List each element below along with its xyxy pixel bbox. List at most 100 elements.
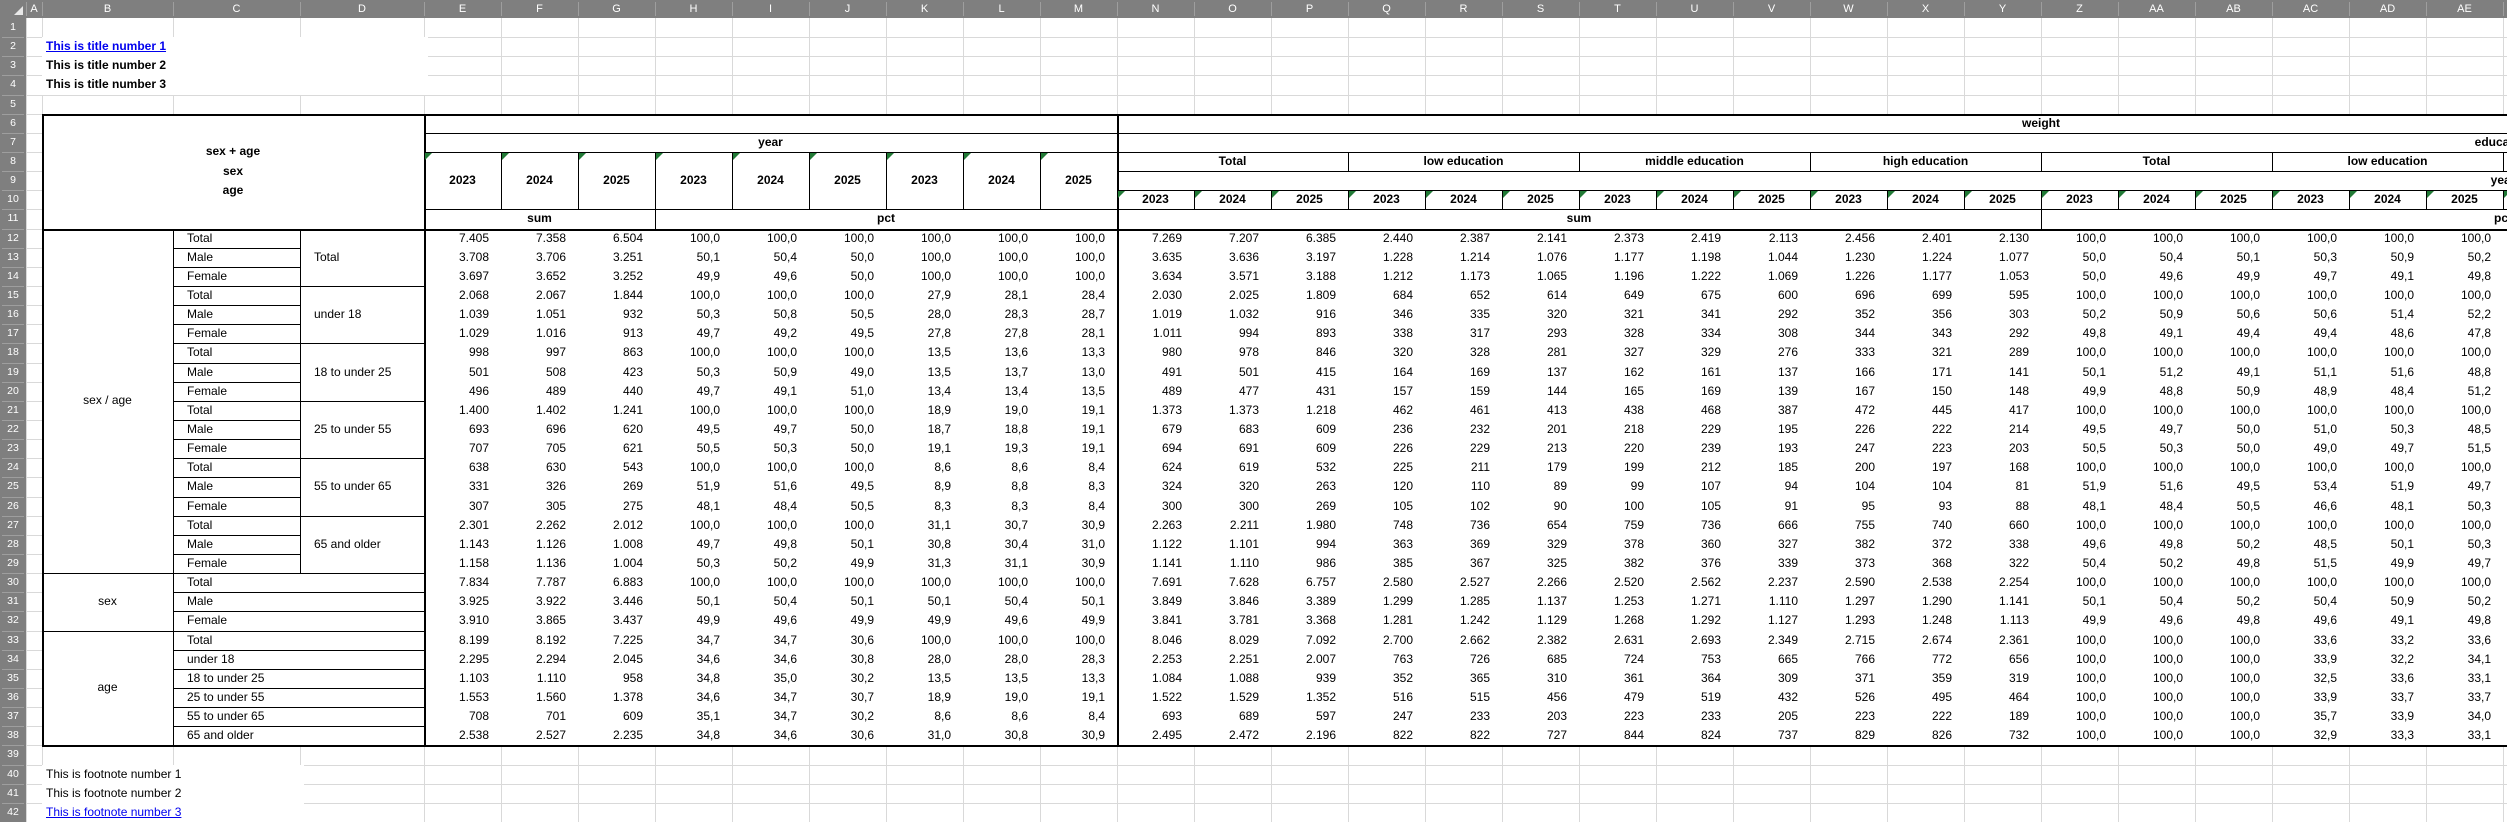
data-cell-r21c12[interactable]: 462 [1348,401,1425,420]
data-cell-r21c7[interactable]: 19,0 [963,401,1040,420]
data-cell-r16c26[interactable]: 52,2 [2426,305,2503,324]
data-cell-r24c18[interactable]: 200 [1810,458,1887,477]
data-cell-r36c3[interactable]: 34,6 [655,688,732,707]
data-cell-r30c26[interactable]: 100,0 [2426,573,2503,592]
data-cell-r30c1[interactable]: 7.787 [501,573,578,592]
data-cell-r35c1[interactable]: 1.110 [501,669,578,688]
data-cell-r33c23[interactable]: 100,0 [2195,631,2272,650]
data-cell-r29c1[interactable]: 1.136 [501,554,578,573]
data-cell-r27c12[interactable]: 748 [1348,516,1425,535]
row-header-24[interactable]: 24 [0,458,26,477]
data-cell-r21c13[interactable]: 461 [1425,401,1502,420]
data-cell-r36c17[interactable]: 432 [1733,688,1810,707]
data-cell-r23c25[interactable]: 49,7 [2349,439,2426,458]
data-cell-r26c3[interactable]: 48,1 [655,497,732,516]
data-cell-r31c6[interactable]: 50,1 [886,592,963,611]
header-weight-year-cell[interactable]: 2024 [2349,190,2426,209]
data-cell-r37c20[interactable]: 189 [1964,707,2041,726]
data-cell-r22c17[interactable]: 195 [1733,420,1810,439]
data-cell-r17c20[interactable]: 292 [1964,324,2041,343]
data-cell-r14c17[interactable]: 1.069 [1733,267,1810,286]
data-cell-r14c15[interactable]: 1.196 [1579,267,1656,286]
row-header-9[interactable]: 9 [0,171,26,190]
stub-sex-label[interactable]: Female [173,554,300,573]
row-header-26[interactable]: 26 [0,497,26,516]
data-cell-r34c4[interactable]: 34,6 [732,650,809,669]
stub-sex-label[interactable]: Male [173,420,300,439]
data-cell-r24c20[interactable]: 168 [1964,458,2041,477]
data-cell-r37c11[interactable]: 597 [1271,707,1348,726]
data-cell-r35c22[interactable]: 100,0 [2118,669,2195,688]
data-cell-r29c7[interactable]: 31,1 [963,554,1040,573]
data-cell-r14c0[interactable]: 3.697 [424,267,501,286]
data-cell-r30c8[interactable]: 100,0 [1040,573,1117,592]
data-cell-r23c11[interactable]: 609 [1271,439,1348,458]
data-cell-r32c15[interactable]: 1.268 [1579,611,1656,630]
data-cell-r29c8[interactable]: 30,9 [1040,554,1117,573]
data-cell-r13c26[interactable]: 50,2 [2426,248,2503,267]
data-cell-r35c25[interactable]: 33,6 [2349,669,2426,688]
data-cell-r34c10[interactable]: 2.251 [1194,650,1271,669]
data-cell-r21c23[interactable]: 100,0 [2195,401,2272,420]
data-cell-r16c2[interactable]: 932 [578,305,655,324]
data-cell-r20c18[interactable]: 167 [1810,382,1887,401]
data-cell-r22c21[interactable]: 49,5 [2041,420,2118,439]
data-cell-r14c9[interactable]: 3.634 [1117,267,1194,286]
data-cell-r27c20[interactable]: 660 [1964,516,2041,535]
data-cell-r25c22[interactable]: 51,6 [2118,477,2195,496]
data-cell-r20c15[interactable]: 165 [1579,382,1656,401]
column-header-H[interactable]: H [655,0,732,18]
stub-sex-label[interactable]: Total [173,516,300,535]
data-cell-r17c6[interactable]: 27,8 [886,324,963,343]
header-weight-year-cell[interactable]: 2025 [1502,190,1579,209]
data-cell-r25c21[interactable]: 51,9 [2041,477,2118,496]
header-weight-year-cell[interactable]: 2025 [2195,190,2272,209]
data-cell-r17c8[interactable]: 28,1 [1040,324,1117,343]
row-header-36[interactable]: 36 [0,688,26,707]
rowgroup-sex[interactable]: sex [42,573,173,630]
data-cell-r38c10[interactable]: 2.472 [1194,726,1271,745]
data-cell-r30c22[interactable]: 100,0 [2118,573,2195,592]
data-cell-r29c13[interactable]: 367 [1425,554,1502,573]
data-cell-r27c10[interactable]: 2.211 [1194,516,1271,535]
data-cell-r24c21[interactable]: 100,0 [2041,458,2118,477]
data-cell-r36c21[interactable]: 100,0 [2041,688,2118,707]
data-cell-r22c5[interactable]: 50,0 [809,420,886,439]
data-cell-r19c24[interactable]: 51,1 [2272,363,2349,382]
data-cell-r21c18[interactable]: 472 [1810,401,1887,420]
data-cell-r34c17[interactable]: 665 [1733,650,1810,669]
data-cell-r21c2[interactable]: 1.241 [578,401,655,420]
data-cell-r38c1[interactable]: 2.527 [501,726,578,745]
data-cell-r19c14[interactable]: 137 [1502,363,1579,382]
data-cell-r25c18[interactable]: 104 [1810,477,1887,496]
data-cell-r19c11[interactable]: 415 [1271,363,1348,382]
data-cell-r21c25[interactable]: 100,0 [2349,401,2426,420]
data-cell-r34c11[interactable]: 2.007 [1271,650,1348,669]
data-cell-r15c10[interactable]: 2.025 [1194,286,1271,305]
data-cell-r31c14[interactable]: 1.137 [1502,592,1579,611]
data-cell-r33c20[interactable]: 2.361 [1964,631,2041,650]
column-header-V[interactable]: V [1733,0,1810,18]
data-cell-r25c20[interactable]: 81 [1964,477,2041,496]
data-cell-r32c16[interactable]: 1.292 [1656,611,1733,630]
row-header-2[interactable]: 2 [0,37,26,56]
data-cell-r20c26[interactable]: 51,2 [2426,382,2503,401]
data-cell-r19c5[interactable]: 49,0 [809,363,886,382]
stub-age-label[interactable]: Total [173,631,424,650]
data-cell-r36c20[interactable]: 464 [1964,688,2041,707]
data-cell-r36c23[interactable]: 100,0 [2195,688,2272,707]
data-cell-r19c22[interactable]: 51,2 [2118,363,2195,382]
data-cell-r14c25[interactable]: 49,1 [2349,267,2426,286]
data-cell-r23c23[interactable]: 50,0 [2195,439,2272,458]
stub-sex-label[interactable]: Female [173,439,300,458]
data-cell-r15c2[interactable]: 1.844 [578,286,655,305]
header-education-group[interactable]: Total [2041,152,2272,171]
data-cell-r37c19[interactable]: 222 [1887,707,1964,726]
data-cell-r33c12[interactable]: 2.700 [1348,631,1425,650]
column-header-S[interactable]: S [1502,0,1579,18]
data-cell-r13c11[interactable]: 3.197 [1271,248,1348,267]
data-cell-r36c18[interactable]: 526 [1810,688,1887,707]
data-cell-r32c13[interactable]: 1.242 [1425,611,1502,630]
data-cell-r19c0[interactable]: 501 [424,363,501,382]
data-cell-r24c15[interactable]: 199 [1579,458,1656,477]
